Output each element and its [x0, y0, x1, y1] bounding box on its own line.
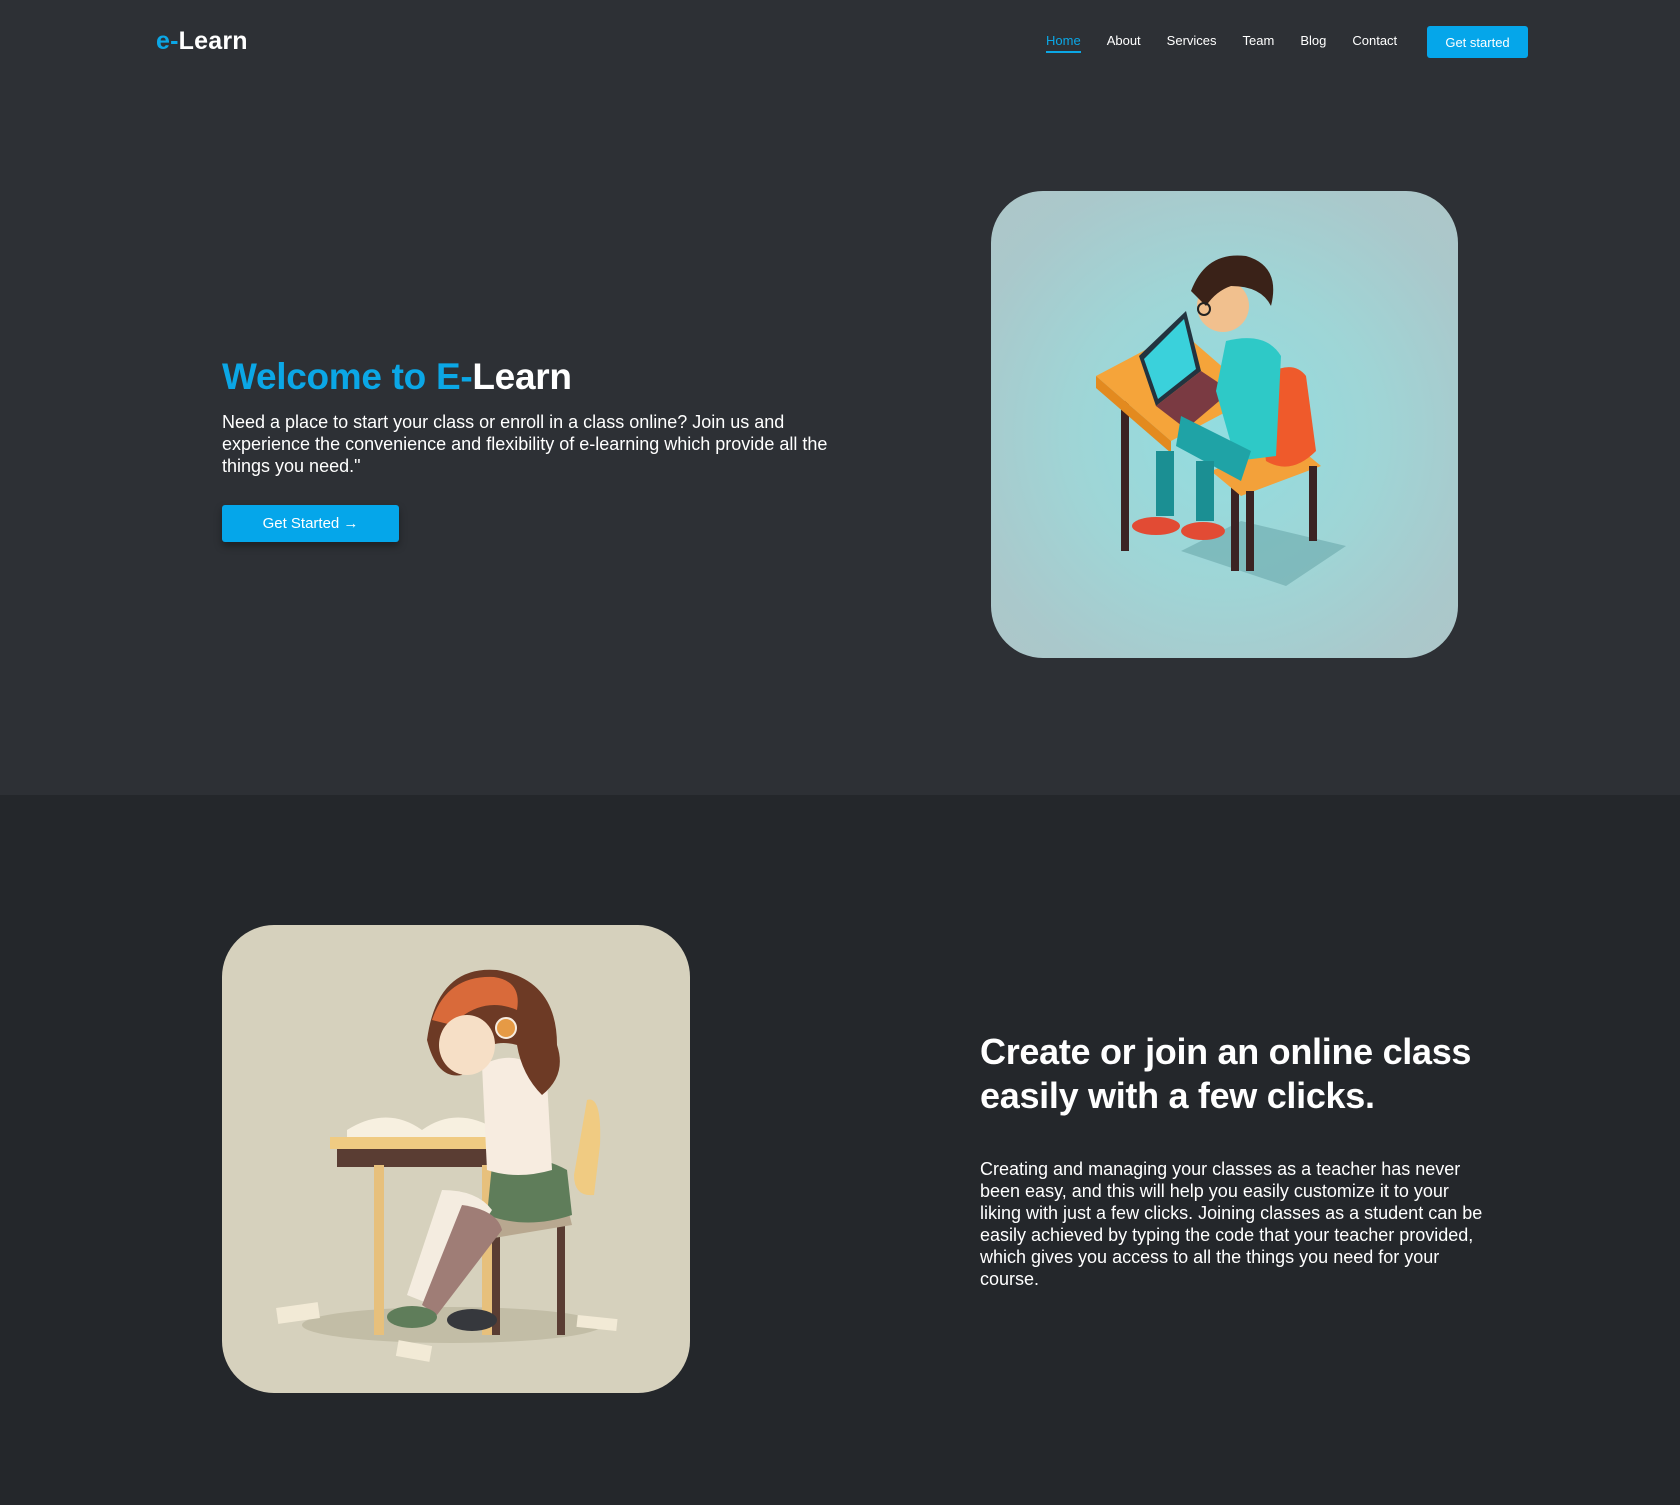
hero-section: Welcome to E-Learn Need a place to start… — [0, 86, 1680, 795]
nav-contact[interactable]: Contact — [1352, 33, 1397, 53]
logo-text: Learn — [178, 27, 248, 55]
logo[interactable]: e-Learn — [156, 27, 248, 56]
nav-home[interactable]: Home — [1046, 33, 1081, 53]
logo-prefix: e- — [156, 27, 179, 55]
nav-about[interactable]: About — [1107, 33, 1141, 53]
get-started-header-button[interactable]: Get started — [1427, 26, 1528, 58]
create-class-section: Create or join an online class easily wi… — [0, 795, 1680, 1505]
hero-description: Need a place to start your class or enro… — [222, 412, 828, 476]
main-nav: Home About Services Team Blog Contact — [1046, 33, 1423, 53]
hero-title-accent: Welcome to E- — [222, 356, 473, 397]
hero-title-rest: Learn — [472, 356, 572, 397]
hero-title: Welcome to E-Learn — [222, 356, 572, 398]
get-started-hero-button[interactable]: Get Started → — [222, 505, 399, 542]
nav-services[interactable]: Services — [1167, 33, 1217, 53]
girl-reading-illustration — [222, 925, 690, 1393]
student-laptop-illustration — [991, 191, 1458, 658]
nav-blog[interactable]: Blog — [1300, 33, 1326, 53]
section2-description: Creating and managing your classes as a … — [980, 1159, 1483, 1289]
nav-team[interactable]: Team — [1243, 33, 1275, 53]
site-header: e-Learn Home About Services Team Blog Co… — [0, 0, 1680, 86]
section2-title: Create or join an online class easily wi… — [980, 1031, 1472, 1116]
